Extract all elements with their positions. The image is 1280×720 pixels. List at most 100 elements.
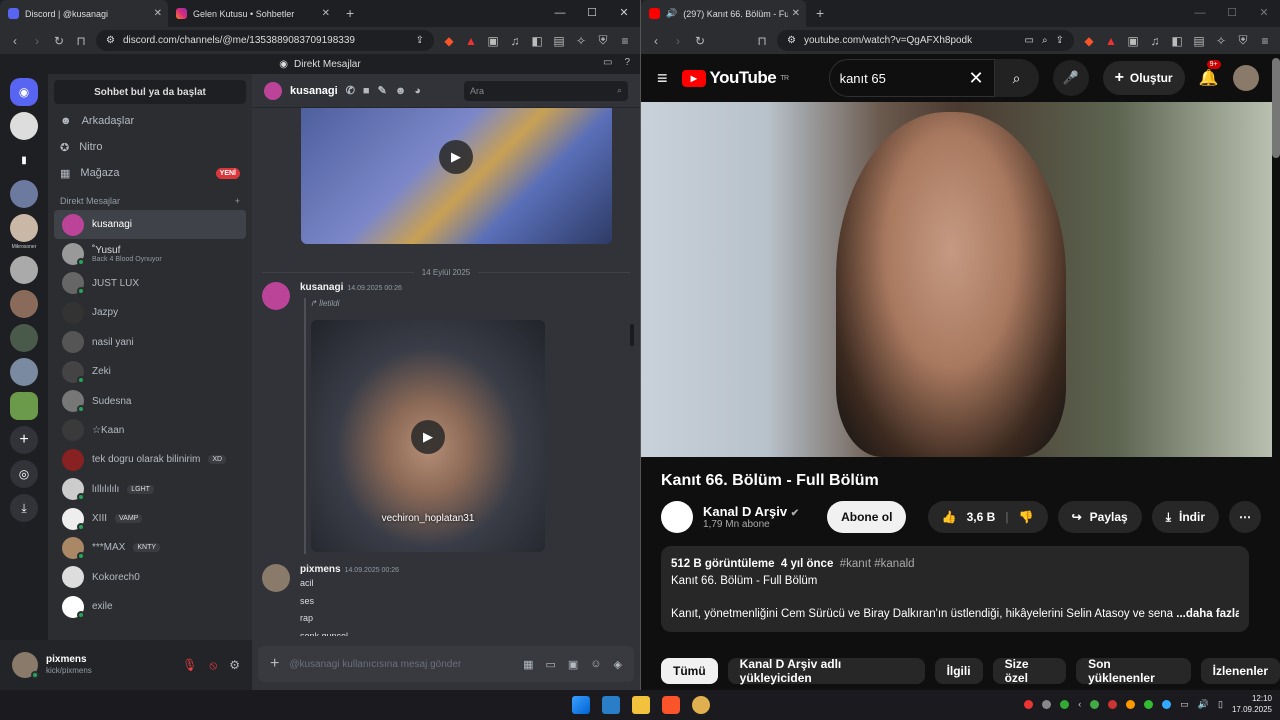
wallet-icon[interactable]: ▤ xyxy=(1192,34,1206,48)
dm-item[interactable]: Kokorech0 xyxy=(54,563,246,592)
nav-nitro[interactable]: ✪ Nitro xyxy=(48,134,252,160)
close-icon[interactable]: ✕ xyxy=(792,8,800,19)
avatar[interactable] xyxy=(262,282,290,310)
brave-shield-icon[interactable]: ◆ xyxy=(1082,34,1096,48)
chip-watched[interactable]: İzlenenler xyxy=(1200,658,1280,684)
dm-item[interactable]: exile xyxy=(54,592,246,621)
server-icon[interactable] xyxy=(10,112,38,140)
create-button[interactable]: + Oluştur xyxy=(1102,61,1185,95)
music-icon[interactable]: ♫ xyxy=(508,34,522,48)
add-server-icon[interactable]: + xyxy=(10,426,38,454)
message-author[interactable]: pixmens xyxy=(300,564,341,575)
download-icon[interactable]: ⤓ xyxy=(10,494,38,522)
channel-name[interactable]: Kanal D Arşiv xyxy=(703,504,787,519)
brave-shield-icon[interactable]: ◆ xyxy=(442,34,456,48)
vpn-icon[interactable]: ⛨ xyxy=(1236,33,1250,48)
forward-icon[interactable]: › xyxy=(30,34,44,48)
share-button[interactable]: ↪ Paylaş xyxy=(1057,501,1142,533)
brave-browser-icon[interactable] xyxy=(662,696,680,714)
tab-instagram[interactable]: Gelen Kutusu • Sohbetler ✕ xyxy=(168,0,336,27)
tab-youtube[interactable]: 🔊 (297) Kanıt 66. Bölüm - Full B✕ xyxy=(641,0,806,27)
avatar[interactable] xyxy=(1232,65,1259,91)
reload-icon[interactable]: ↻ xyxy=(52,34,66,48)
wallet-icon[interactable]: ▤ xyxy=(552,34,566,48)
hamburger-menu-icon[interactable]: ≡ xyxy=(657,68,668,89)
battery-icon[interactable]: ▯ xyxy=(1218,699,1223,710)
dm-item[interactable]: XIII VAMP xyxy=(54,504,246,533)
server-icon[interactable] xyxy=(10,256,38,284)
back-icon[interactable]: ‹ xyxy=(8,34,22,48)
folder-icon[interactable]: ▮ xyxy=(10,146,38,174)
pin-icon[interactable]: ✎ xyxy=(378,84,387,97)
dm-item[interactable]: Jazpy xyxy=(54,298,246,327)
find-conversation-button[interactable]: Sohbet bul ya da başlat xyxy=(54,80,246,104)
start-icon[interactable] xyxy=(572,696,590,714)
menu-icon[interactable]: ≡ xyxy=(618,34,632,48)
vpn-icon[interactable]: ⛨ xyxy=(596,33,610,48)
play-icon[interactable]: ▶ xyxy=(439,140,473,174)
tray-icon[interactable] xyxy=(1144,699,1154,709)
server-icon[interactable] xyxy=(10,324,38,352)
chip-related[interactable]: İlgili xyxy=(934,658,983,684)
url-field[interactable]: ⚙ youtube.com/watch?v=QgAFXh8podk ▭ ⌕ ⇪ xyxy=(777,30,1074,51)
dm-item[interactable]: Zeki xyxy=(54,357,246,386)
tray-icon[interactable] xyxy=(1108,699,1118,709)
activity-icon[interactable]: ◈ xyxy=(614,658,622,671)
show-more-link[interactable]: ...daha fazla xyxy=(1176,608,1239,620)
minimize-icon[interactable]: — xyxy=(1184,0,1216,27)
discord-home-icon[interactable]: ◉ xyxy=(10,78,38,106)
scrollbar[interactable] xyxy=(630,324,634,346)
tray-icon[interactable] xyxy=(1060,699,1070,709)
message-composer[interactable]: + @kusanagi kullanıcısına mesaj gönder ▦… xyxy=(258,646,634,682)
video-call-icon[interactable]: ■ xyxy=(363,85,370,97)
inbox-icon[interactable]: ▭ xyxy=(603,57,612,68)
deafen-icon[interactable]: ⦸ xyxy=(209,658,217,673)
dislike-icon[interactable]: 👎 xyxy=(1019,510,1034,524)
back-icon[interactable]: ‹ xyxy=(649,34,663,48)
voice-call-icon[interactable]: ✆ xyxy=(346,84,355,97)
gif-icon[interactable]: ▭ xyxy=(545,658,555,671)
sidebar-icon[interactable]: ◧ xyxy=(530,34,544,48)
channel-avatar[interactable] xyxy=(661,501,693,533)
music-icon[interactable]: ♫ xyxy=(1148,34,1162,48)
help-icon[interactable]: ? xyxy=(624,57,630,68)
nav-friends[interactable]: ☻ Arkadaşlar xyxy=(48,108,252,134)
dm-item[interactable]: tek dogru olarak bilinirim XD xyxy=(54,445,246,474)
site-info-icon[interactable]: ⚙ xyxy=(787,35,796,46)
video-player[interactable] xyxy=(641,102,1272,457)
play-icon[interactable]: ▶ xyxy=(411,420,445,454)
new-tab-icon[interactable]: + xyxy=(806,0,834,27)
close-window-icon[interactable]: ✕ xyxy=(608,0,640,27)
bookmark-icon[interactable]: ⊓ xyxy=(755,34,769,48)
new-tab-icon[interactable]: + xyxy=(336,0,364,27)
cast-icon[interactable]: ▭ xyxy=(1025,35,1034,46)
network-icon[interactable]: ▭ xyxy=(1180,699,1189,710)
bookmark-icon[interactable]: ⊓ xyxy=(74,34,88,48)
audio-icon[interactable]: 🔊 xyxy=(666,8,677,19)
dm-item[interactable]: JUST LUX xyxy=(54,269,246,298)
volume-icon[interactable]: 🔊 xyxy=(1198,699,1209,710)
gift-icon[interactable]: ▦ xyxy=(523,658,533,671)
share-icon[interactable]: ⇪ xyxy=(1056,35,1064,46)
close-icon[interactable]: ✕ xyxy=(154,8,162,19)
close-icon[interactable]: ✕ xyxy=(322,8,330,19)
share-icon[interactable]: ⇪ xyxy=(416,35,424,46)
download-button[interactable]: ⤓ İndir xyxy=(1151,501,1219,533)
dm-item[interactable]: ˚Yusuf Back 4 Blood Oynuyor xyxy=(54,239,246,268)
channel-search-input[interactable]: Ara ⌕ xyxy=(464,80,628,101)
tray-icon[interactable] xyxy=(1090,699,1100,709)
settings-gear-icon[interactable]: ⚙ xyxy=(229,658,240,673)
chip-recent[interactable]: Son yüklenenler xyxy=(1076,657,1191,685)
tab-discord[interactable]: Discord | @kusanagi ✕ xyxy=(0,0,168,27)
minimize-icon[interactable]: — xyxy=(544,0,576,27)
screenshot-icon[interactable]: ▣ xyxy=(486,34,500,48)
reload-icon[interactable]: ↻ xyxy=(693,34,707,48)
scrollbar[interactable] xyxy=(1272,58,1280,158)
dm-item-kusanagi[interactable]: kusanagi xyxy=(54,210,246,240)
avatar[interactable] xyxy=(262,564,290,592)
site-info-icon[interactable]: ⚙ xyxy=(106,35,115,46)
widgets-icon[interactable] xyxy=(602,696,620,714)
zoom-icon[interactable]: ⌕ xyxy=(1042,35,1048,46)
attach-icon[interactable]: + xyxy=(270,655,279,673)
close-window-icon[interactable]: ✕ xyxy=(1248,0,1280,27)
